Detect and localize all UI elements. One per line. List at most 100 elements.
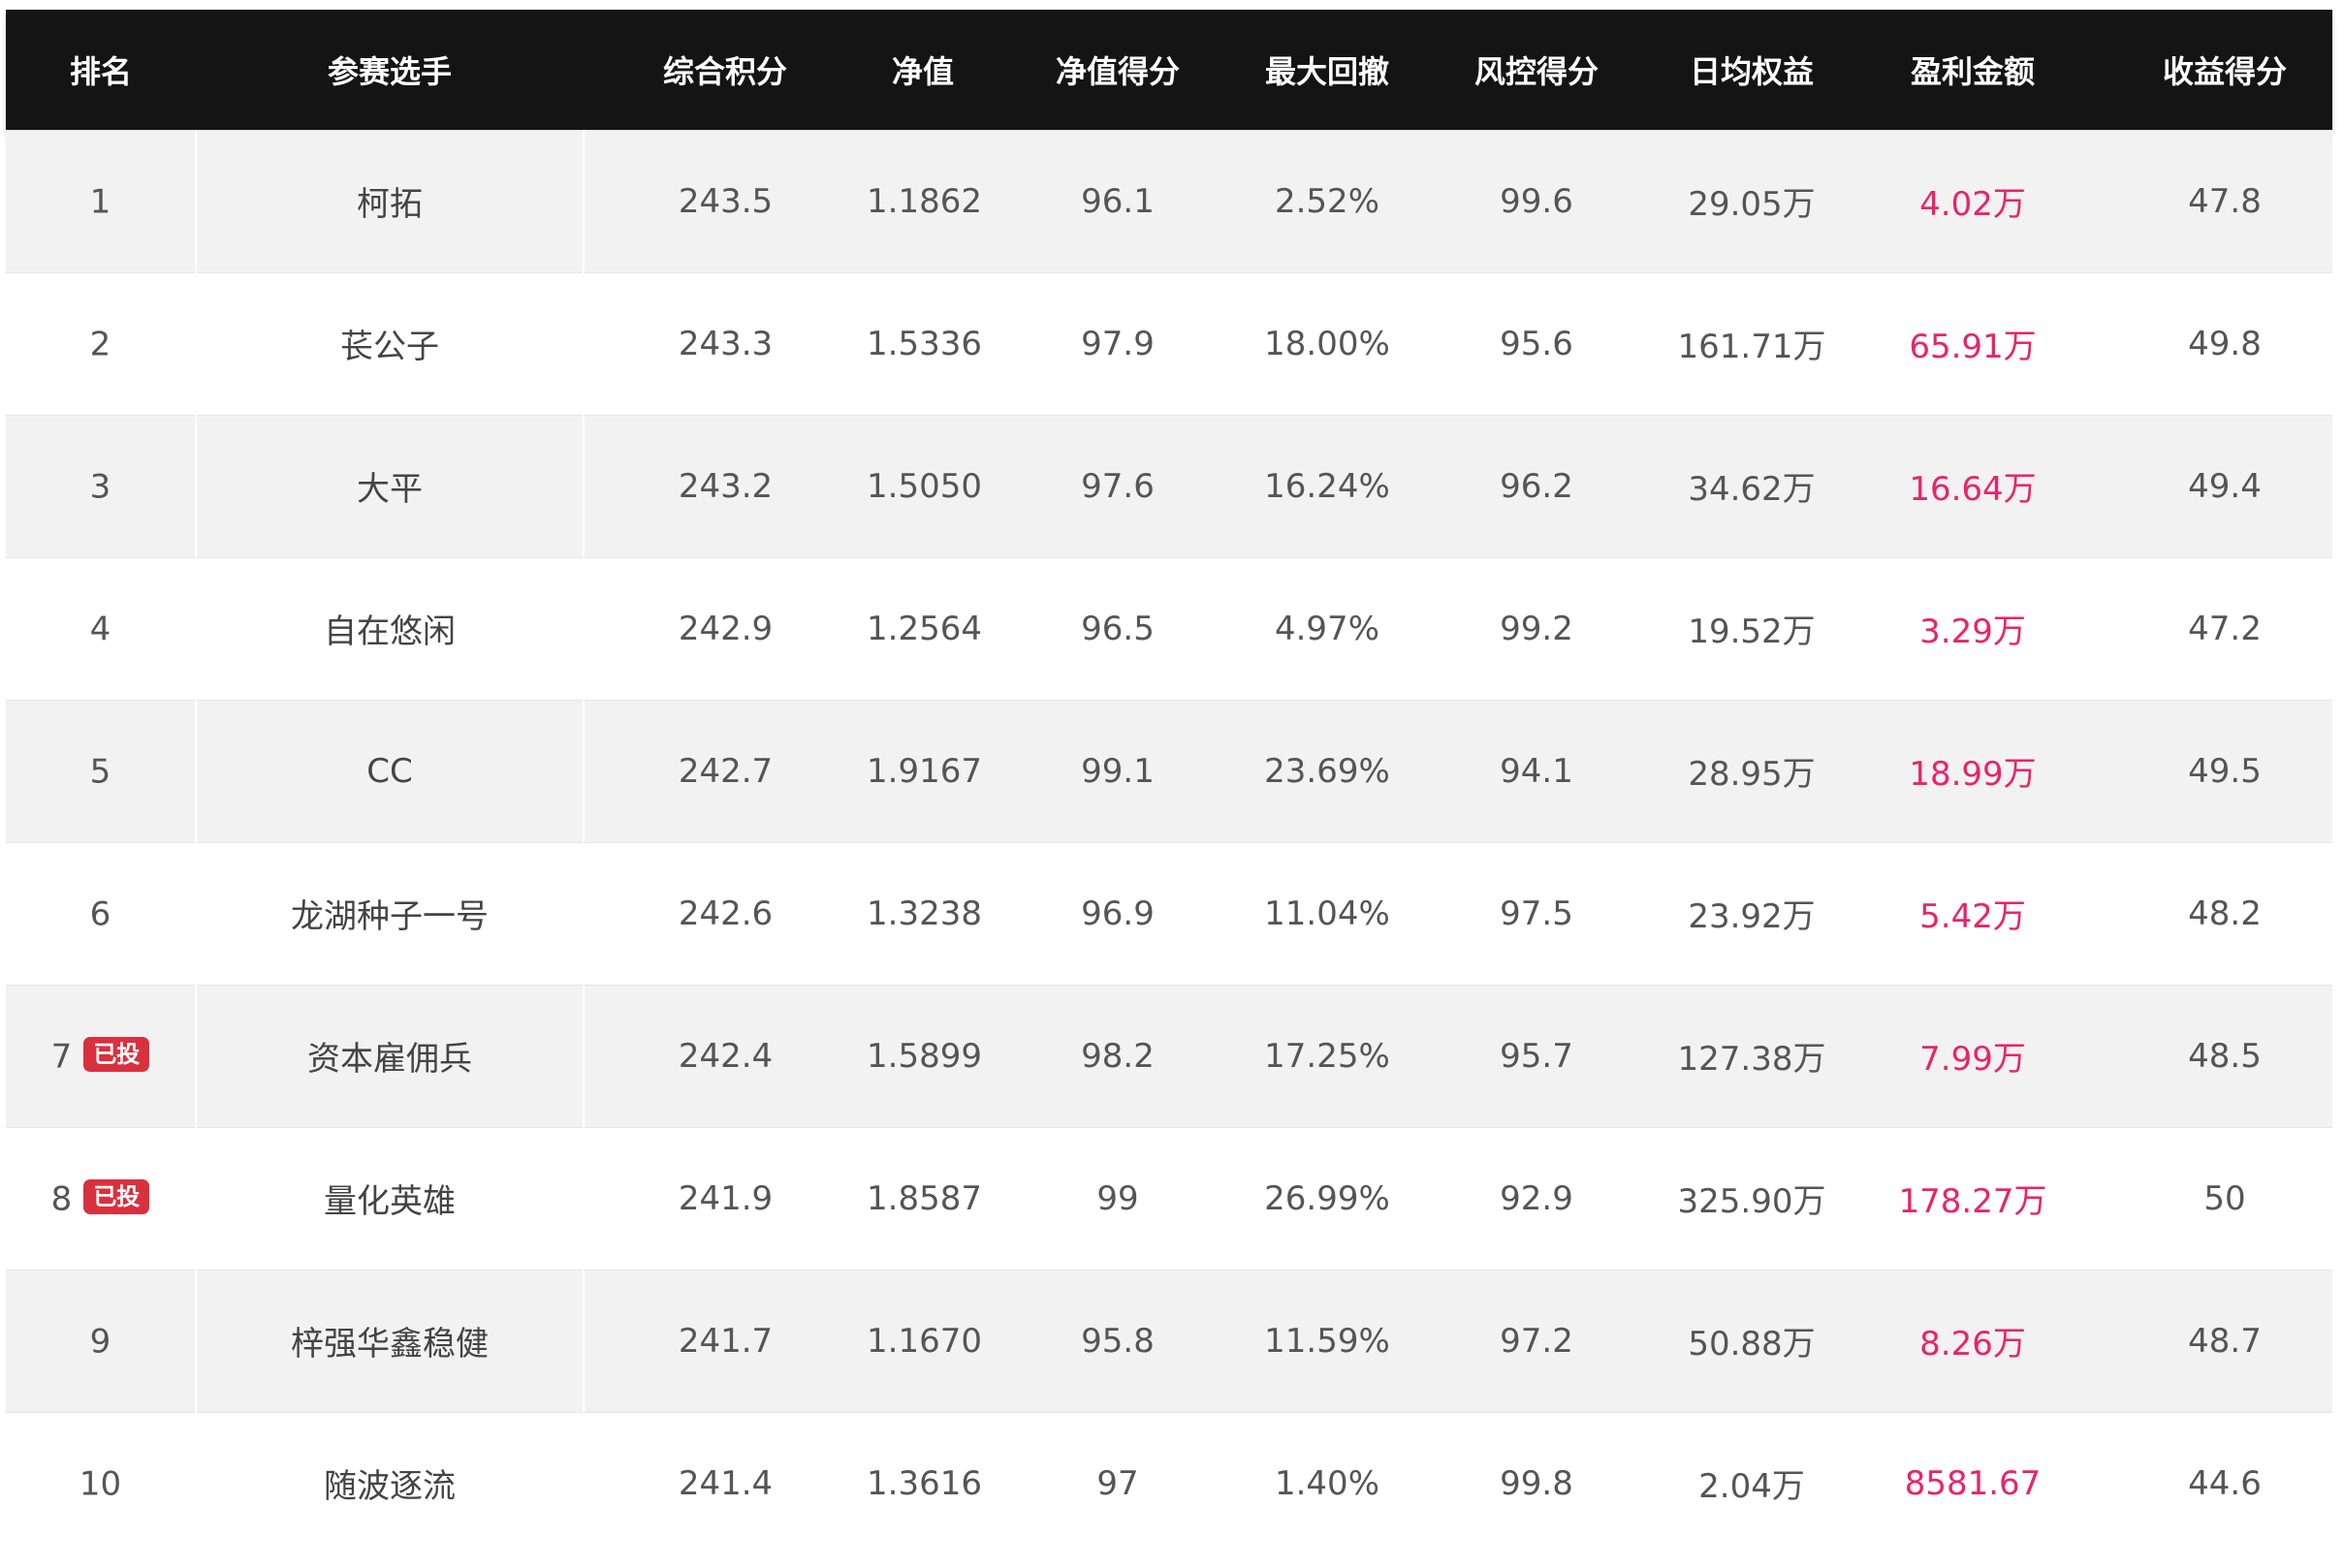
column-header-profit[interactable]: 盈利金额 [1828, 10, 2117, 130]
rank-cell: 4 [6, 556, 196, 700]
rank-number: 9 [89, 1322, 111, 1362]
column-header-nav-score[interactable]: 净值得分 [979, 10, 1256, 130]
player-name-cell: 柯拓 [195, 129, 585, 272]
return-score-cell: 48.5 [2117, 984, 2332, 1127]
rank-cell: 8 已投 [6, 1126, 196, 1270]
nav-score-cell: 96.9 [979, 841, 1256, 985]
player-name-cell: CC [195, 699, 585, 842]
table-row[interactable]: 6 龙湖种子一号 242.6 1.3238 96.9 11.04% 97.5 23.92万 5.… [6, 841, 2332, 985]
risk-score-cell: 97.2 [1398, 1269, 1675, 1412]
column-header-avg-equity[interactable]: 日均权益 [1675, 10, 1828, 130]
column-header-risk-score[interactable]: 风控得分 [1398, 10, 1675, 130]
risk-score-cell: 97.5 [1398, 841, 1675, 985]
composite-score-cell: 243.3 [584, 271, 867, 415]
rank-number: 4 [89, 610, 111, 649]
nav-cell: 1.3616 [867, 1411, 982, 1554]
rank-cell: 5 [6, 699, 196, 842]
column-header-composite-score[interactable]: 综合积分 [584, 10, 867, 130]
column-header-max-drawdown[interactable]: 最大回撤 [1256, 10, 1398, 130]
composite-score-cell: 243.5 [584, 129, 867, 272]
invested-badge: 已投 [83, 1037, 150, 1073]
return-score-cell: 47.8 [2117, 129, 2332, 272]
table-row[interactable]: 8 已投 量化英雄 241.9 1.8587 99 26.99% 92.9 325.90万 178… [6, 1126, 2332, 1270]
avg-equity-cell: 325.90万 [1675, 1126, 1828, 1270]
nav-score-cell: 96.1 [979, 129, 1256, 272]
composite-score-cell: 242.9 [584, 556, 867, 700]
avg-equity-cell: 161.71万 [1675, 271, 1828, 415]
avg-equity-cell: 34.62万 [1675, 414, 1828, 557]
nav-cell: 1.5336 [867, 271, 982, 415]
nav-score-cell: 99.1 [979, 699, 1256, 842]
return-score-cell: 49.5 [2117, 699, 2332, 842]
return-score-cell: 44.6 [2117, 1411, 2332, 1554]
max-drawdown-cell: 18.00% [1256, 271, 1398, 415]
rank-cell: 7 已投 [6, 984, 196, 1127]
nav-cell: 1.5050 [867, 414, 982, 557]
profit-cell: 7.99万 [1828, 984, 2117, 1127]
max-drawdown-cell: 26.99% [1256, 1126, 1398, 1270]
avg-equity-cell: 127.38万 [1675, 984, 1828, 1127]
player-name-cell: 大平 [195, 414, 585, 557]
column-header-rank[interactable]: 排名 [6, 10, 196, 130]
table-row[interactable]: 2 苌公子 243.3 1.5336 97.9 18.00% 95.6 161.71万 65.9… [6, 271, 2332, 415]
profit-cell: 5.42万 [1828, 841, 2117, 985]
player-name-cell: 梓强华鑫稳健 [195, 1269, 585, 1412]
player-name-cell: 资本雇佣兵 [195, 984, 585, 1127]
max-drawdown-cell: 16.24% [1256, 414, 1398, 557]
invested-badge: 已投 [83, 1179, 150, 1215]
table-row[interactable]: 9 梓强华鑫稳健 241.7 1.1670 95.8 11.59% 97.2 50.88万 8.… [6, 1269, 2332, 1412]
rank-number: 2 [89, 325, 111, 364]
nav-cell: 1.5899 [867, 984, 982, 1127]
risk-score-cell: 92.9 [1398, 1126, 1675, 1270]
nav-cell: 1.1862 [867, 129, 982, 272]
return-score-cell: 48.2 [2117, 841, 2332, 985]
return-score-cell: 48.7 [2117, 1269, 2332, 1412]
rank-cell: 9 [6, 1269, 196, 1412]
nav-cell: 1.3238 [867, 841, 982, 985]
column-header-player[interactable]: 参赛选手 [196, 10, 584, 130]
profit-cell: 8.26万 [1828, 1269, 2117, 1412]
max-drawdown-cell: 17.25% [1256, 984, 1398, 1127]
table-row[interactable]: 5 CC 242.7 1.9167 99.1 23.69% 94.1 28.95万 18.99万… [6, 699, 2332, 842]
profit-cell: 3.29万 [1828, 556, 2117, 700]
nav-score-cell: 97.6 [979, 414, 1256, 557]
max-drawdown-cell: 4.97% [1256, 556, 1398, 700]
nav-cell: 1.2564 [867, 556, 982, 700]
column-header-return-score[interactable]: 收益得分 [2117, 10, 2332, 130]
rank-number: 3 [89, 467, 111, 507]
table-row[interactable]: 10 随波逐流 241.4 1.3616 97 1.40% 99.8 2.04万 8581.67… [6, 1411, 2332, 1554]
risk-score-cell: 95.7 [1398, 984, 1675, 1127]
rank-number: 7 [50, 1037, 73, 1077]
avg-equity-cell: 28.95万 [1675, 699, 1828, 842]
max-drawdown-cell: 1.40% [1256, 1411, 1398, 1554]
table-header: 排名 参赛选手 综合积分 净值 净值得分 最大回撤 风控得分 日均权益 盈利金额… [6, 10, 2332, 130]
risk-score-cell: 99.6 [1398, 129, 1675, 272]
avg-equity-cell: 2.04万 [1675, 1411, 1828, 1554]
risk-score-cell: 95.6 [1398, 271, 1675, 415]
table-body: 1 柯拓 243.5 1.1862 96.1 2.52% 99.6 29.05万 4.02万 47… [6, 129, 2332, 1554]
nav-score-cell: 98.2 [979, 984, 1256, 1127]
nav-score-cell: 97.9 [979, 271, 1256, 415]
composite-score-cell: 241.9 [584, 1126, 867, 1270]
rank-cell: 10 [6, 1411, 196, 1554]
table-row[interactable]: 3 大平 243.2 1.5050 97.6 16.24% 96.2 34.62万 16.64万… [6, 414, 2332, 557]
leaderboard-table-container: 排名 参赛选手 综合积分 净值 净值得分 最大回撤 风控得分 日均权益 盈利金额… [6, 10, 2332, 1554]
rank-number: 8 [50, 1179, 73, 1219]
nav-score-cell: 95.8 [979, 1269, 1256, 1412]
table-row[interactable]: 7 已投 资本雇佣兵 242.4 1.5899 98.2 17.25% 95.7 127.38万… [6, 984, 2332, 1127]
player-name-cell: 苌公子 [195, 271, 585, 415]
rank-cell: 6 [6, 841, 196, 985]
rank-number: 1 [89, 182, 111, 222]
player-name-cell: 龙湖种子一号 [195, 841, 585, 985]
max-drawdown-cell: 2.52% [1256, 129, 1398, 272]
return-score-cell: 50 [2117, 1126, 2332, 1270]
composite-score-cell: 243.2 [584, 414, 867, 557]
column-header-nav[interactable]: 净值 [867, 10, 979, 130]
player-name-cell: 随波逐流 [195, 1411, 585, 1554]
return-score-cell: 49.4 [2117, 414, 2332, 557]
profit-cell: 65.91万 [1828, 271, 2117, 415]
table-row[interactable]: 4 自在悠闲 242.9 1.2564 96.5 4.97% 99.2 19.52万 3.29万… [6, 556, 2332, 700]
nav-cell: 1.1670 [867, 1269, 982, 1412]
avg-equity-cell: 23.92万 [1675, 841, 1828, 985]
table-row[interactable]: 1 柯拓 243.5 1.1862 96.1 2.52% 99.6 29.05万 4.02万 47… [6, 129, 2332, 272]
